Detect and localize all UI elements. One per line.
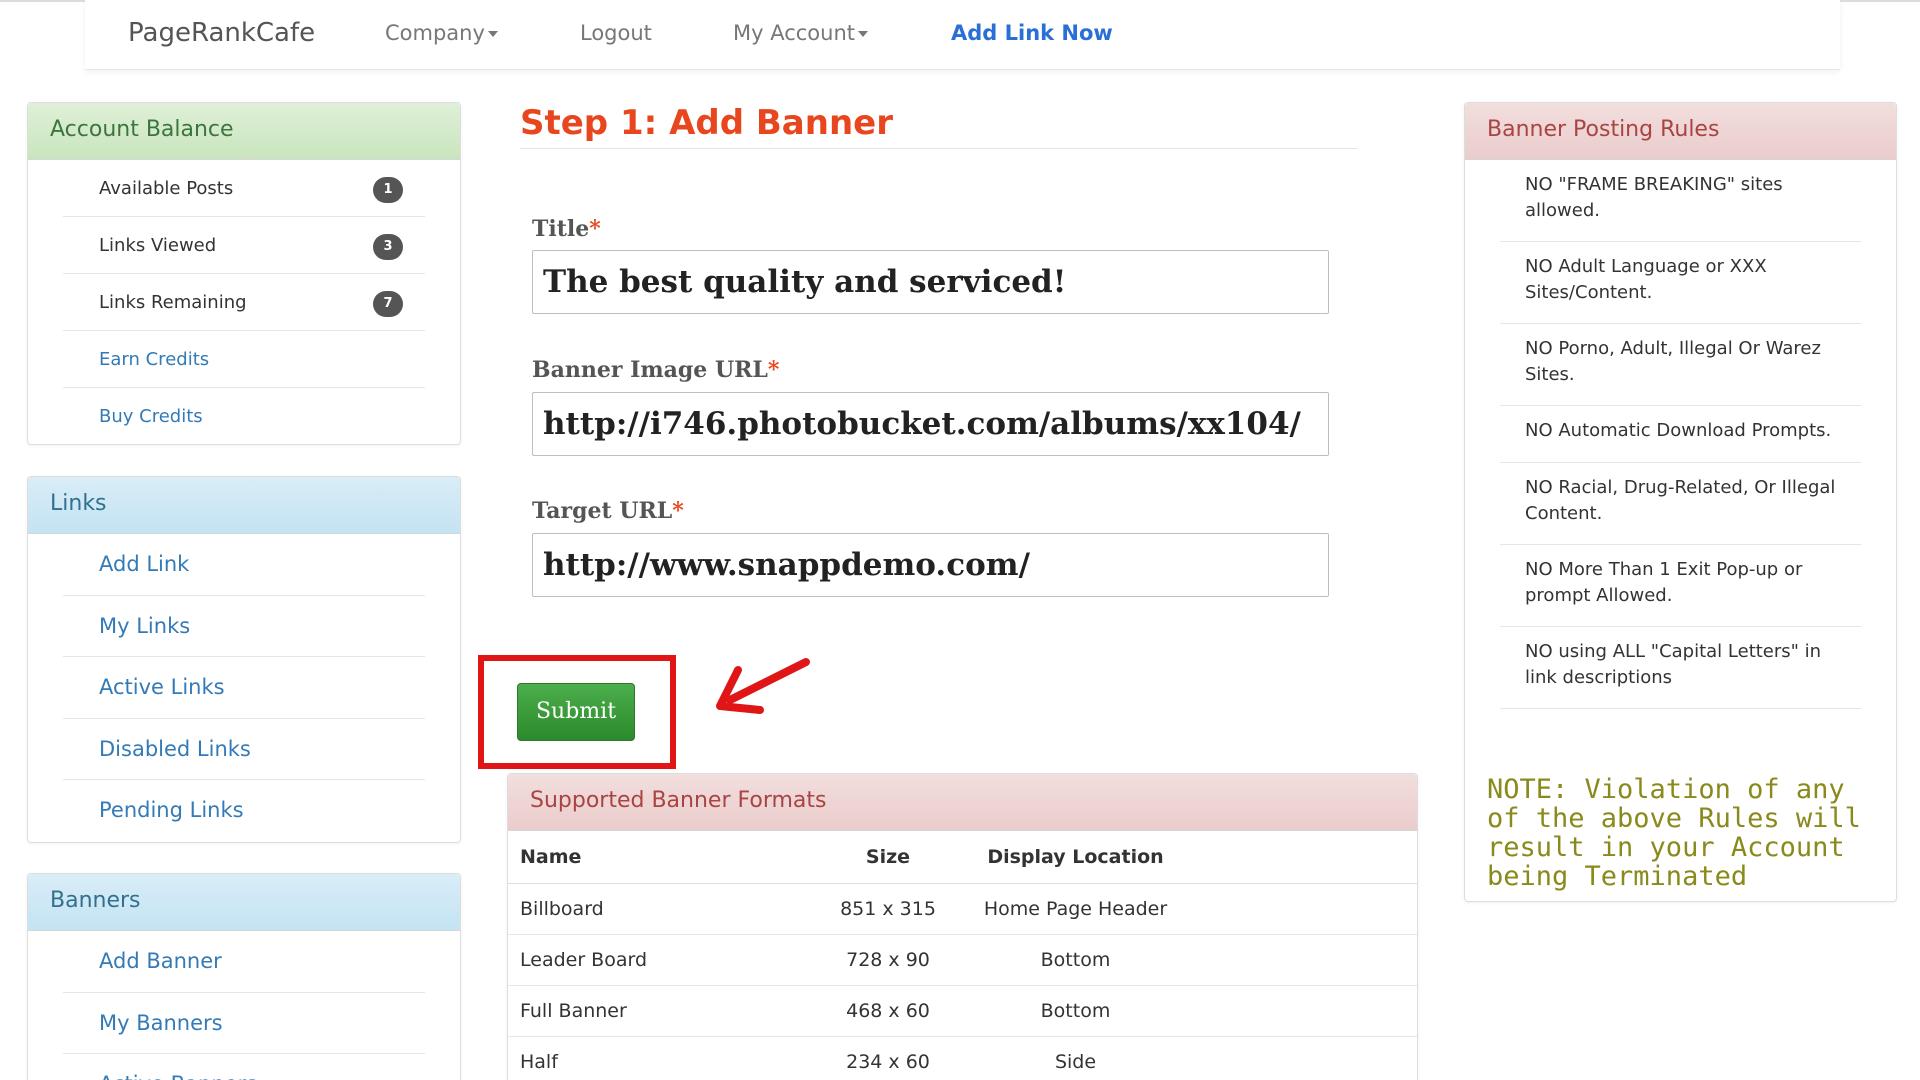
banner-rules-panel: Banner Posting Rules NO "FRAME BREAKING"… [1464,102,1897,902]
table-row: Billboard 851 x 315 Home Page Header [508,883,1417,935]
account-balance-title: Account Balance [28,103,460,160]
links-panel: Links Add Link My Links Active Links Dis… [27,476,461,843]
navbar: PageRankCafe Company Logout My Account A… [85,0,1840,70]
cell-name: Half [508,1036,808,1080]
sidebar-item-active-banners[interactable]: Active Banners [63,1054,425,1080]
earn-credits-item: Earn Credits [63,331,425,388]
table-row: Leader Board 728 x 90 Bottom [508,934,1417,986]
required-mark: * [672,498,684,524]
title-divider [520,148,1358,149]
rule-item: NO Adult Language or XXX Sites/Content. [1500,242,1861,324]
balance-item-links-remaining: Links Remaining 7 [63,274,425,331]
brand-logo[interactable]: PageRankCafe [128,18,315,48]
rule-item: NO More Than 1 Exit Pop-up or prompt All… [1500,545,1861,627]
count-badge: 1 [373,177,403,203]
banners-panel-title: Banners [28,874,460,931]
target-url-label-text: Target URL [532,498,673,524]
column-spacer [1183,831,1417,884]
chevron-down-icon [858,31,869,37]
table-row: Full Banner 468 x 60 Bottom [508,985,1417,1037]
count-badge: 7 [373,291,403,317]
cell-name: Leader Board [508,934,808,986]
cell-size: 234 x 60 [808,1036,968,1080]
sidebar-item-my-links[interactable]: My Links [63,596,425,657]
cell-size: 728 x 90 [808,934,968,986]
nav-logout[interactable]: Logout [580,21,652,45]
banners-panel: Banners Add Banner My Banners Active Ban… [27,873,461,1080]
submit-button[interactable]: Submit [517,683,635,741]
column-header-display-location: Display Location [968,831,1183,884]
earn-credits-link[interactable]: Earn Credits [99,349,209,370]
cell-location: Home Page Header [968,883,1183,935]
table-header-row: Name Size Display Location [508,831,1417,884]
title-label: Title* [532,216,601,242]
page-title: Step 1: Add Banner [520,103,893,143]
banners-list: Add Banner My Banners Active Banners [28,931,460,1080]
title-input[interactable]: The best quality and serviced! [532,250,1329,314]
banner-image-url-label-text: Banner Image URL [532,357,768,383]
cell-spacer [1183,934,1417,986]
rule-item: NO using ALL "Capital Letters" in link d… [1500,627,1861,709]
banner-image-url-input[interactable]: http://i746.photobucket.com/albums/xx104… [532,392,1329,456]
sidebar-item-pending-links[interactable]: Pending Links [63,780,425,842]
links-list: Add Link My Links Active Links Disabled … [28,534,460,842]
rule-item: NO "FRAME BREAKING" sites allowed. [1500,160,1861,242]
column-header-name: Name [508,831,808,884]
rule-item: NO Porno, Adult, Illegal Or Warez Sites. [1500,324,1861,406]
chevron-down-icon [487,31,498,37]
rules-warning-note: NOTE: Violation of any of the above Rule… [1487,774,1861,892]
count-badge: 3 [373,234,403,260]
sidebar-item-disabled-links[interactable]: Disabled Links [63,719,425,780]
balance-label: Available Posts [99,178,234,199]
annotation-arrow-icon [716,658,810,714]
balance-item-links-viewed: Links Viewed 3 [63,217,425,274]
column-header-size: Size [808,831,968,884]
cell-size: 468 x 60 [808,985,968,1037]
nav-my-account-label: My Account [733,21,856,45]
cell-name: Full Banner [508,985,808,1037]
cell-spacer [1183,1036,1417,1080]
rule-item: NO Automatic Download Prompts. [1500,406,1861,463]
sidebar-item-add-link[interactable]: Add Link [63,534,425,596]
formats-table: Name Size Display Location Billboard 851… [508,831,1417,1080]
balance-item-available-posts: Available Posts 1 [63,160,425,217]
rule-item: NO Racial, Drug-Related, Or Illegal Cont… [1500,463,1861,545]
target-url-label: Target URL* [532,498,684,524]
nav-my-account[interactable]: My Account [733,21,869,45]
title-label-text: Title [532,216,590,242]
sidebar-item-active-links[interactable]: Active Links [63,657,425,719]
required-mark: * [589,216,601,242]
cell-name: Billboard [508,883,808,935]
nav-company-label: Company [385,21,485,45]
balance-label: Links Viewed [99,235,217,256]
links-panel-title: Links [28,477,460,534]
required-mark: * [767,357,780,383]
cell-size: 851 x 315 [808,883,968,935]
cell-spacer [1183,883,1417,935]
account-balance-list: Available Posts 1 Links Viewed 3 Links R… [28,160,460,445]
nav-add-link-now[interactable]: Add Link Now [951,21,1113,45]
rules-list: NO "FRAME BREAKING" sites allowed. NO Ad… [1465,160,1896,709]
balance-label: Links Remaining [99,292,247,313]
cell-location: Side [968,1036,1183,1080]
sidebar-item-my-banners[interactable]: My Banners [63,993,425,1054]
supported-formats-title: Supported Banner Formats [508,774,1417,831]
cell-location: Bottom [968,985,1183,1037]
banner-rules-title: Banner Posting Rules [1465,103,1896,160]
cell-spacer [1183,985,1417,1037]
nav-company[interactable]: Company [385,21,498,45]
target-url-input[interactable]: http://www.snappdemo.com/ [532,533,1329,597]
sidebar-item-add-banner[interactable]: Add Banner [63,931,425,993]
supported-formats-panel: Supported Banner Formats Name Size Displ… [507,773,1418,1080]
table-row: Half 234 x 60 Side [508,1036,1417,1080]
buy-credits-link[interactable]: Buy Credits [99,406,203,427]
account-balance-panel: Account Balance Available Posts 1 Links … [27,102,461,445]
buy-credits-item: Buy Credits [63,388,425,445]
banner-image-url-label: Banner Image URL* [532,357,779,383]
cell-location: Bottom [968,934,1183,986]
